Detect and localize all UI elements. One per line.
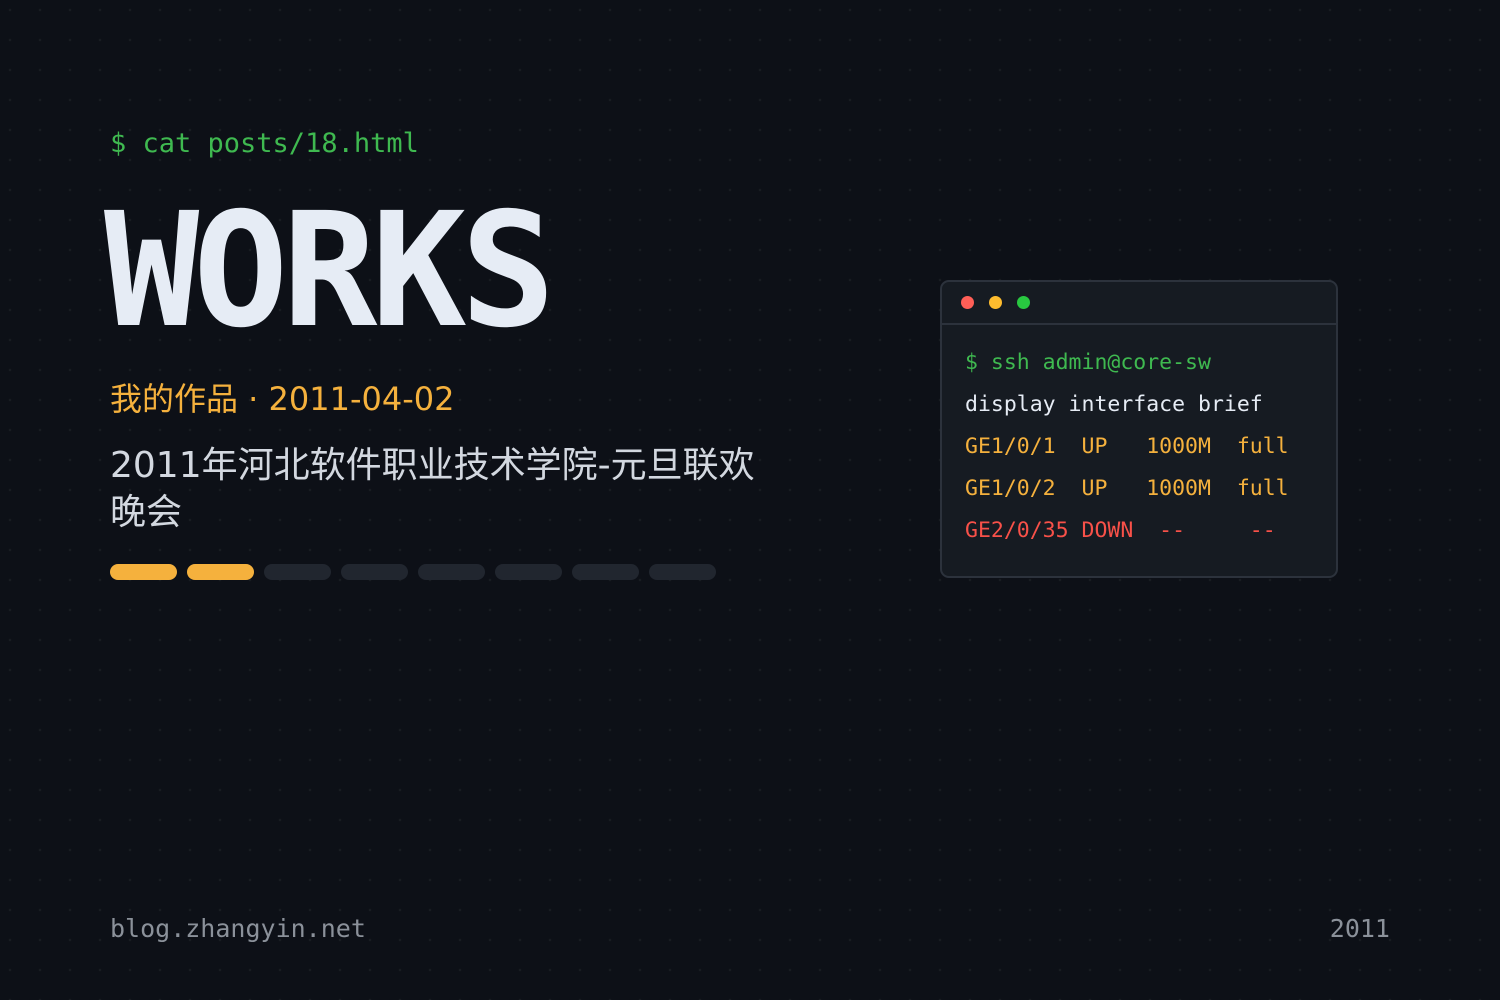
command-prompt: $ cat posts/18.html — [110, 128, 419, 159]
terminal-line: $ ssh admin@core-sw — [965, 350, 1211, 375]
progress-segment — [418, 564, 485, 580]
footer-year: 2011 — [1329, 914, 1390, 943]
post-description: 2011年河北软件职业技术学院-元旦联欢晚会 — [110, 445, 755, 533]
progress-segment — [649, 564, 716, 580]
terminal-line: GE1/0/1 UP 1000M full — [965, 434, 1289, 459]
terminal-output: $ ssh admin@core-sw display interface br… — [942, 325, 1336, 552]
progress-segment — [572, 564, 639, 580]
page-title: WORKS — [104, 179, 556, 363]
minimize-dot-icon — [989, 296, 1002, 309]
close-dot-icon — [961, 296, 974, 309]
post-category-date: 我的作品 · 2011-04-02 — [110, 380, 455, 418]
terminal-titlebar — [942, 282, 1336, 325]
progress-indicator — [110, 564, 716, 580]
blog-link[interactable]: blog.zhangyin.net — [110, 914, 366, 943]
progress-segment — [264, 564, 331, 580]
terminal-line: GE1/0/2 UP 1000M full — [965, 476, 1289, 501]
terminal-line: display interface brief — [965, 392, 1263, 417]
progress-segment — [187, 564, 254, 580]
terminal-window: $ ssh admin@core-sw display interface br… — [940, 280, 1338, 578]
progress-segment — [110, 564, 177, 580]
progress-segment — [495, 564, 562, 580]
progress-segment — [341, 564, 408, 580]
maximize-dot-icon — [1017, 296, 1030, 309]
terminal-line: GE2/0/35 DOWN -- -- — [965, 518, 1276, 543]
